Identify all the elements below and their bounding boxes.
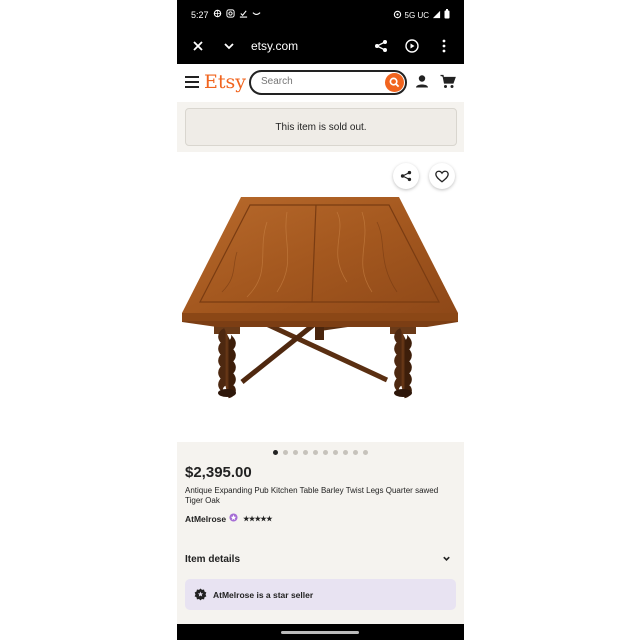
- star-seller-text: AtMelrose is a star seller: [213, 589, 314, 600]
- listing-image-area[interactable]: [177, 152, 464, 442]
- notification-icon: [213, 9, 222, 20]
- listing-photo: [182, 197, 458, 399]
- share-icon: [400, 170, 412, 182]
- signal-icon: [432, 10, 441, 21]
- heart-icon: [435, 170, 449, 183]
- instagram-icon: [225, 9, 235, 20]
- rating-stars: ★★★★★: [243, 515, 272, 523]
- favorite-button[interactable]: [429, 163, 455, 189]
- battery-icon: [444, 9, 450, 21]
- home-gesture-handle[interactable]: [281, 631, 359, 634]
- listing-details: $2,395.00 Antique Expanding Pub Kitchen …: [177, 462, 464, 640]
- shop-name[interactable]: AtMelrose: [185, 514, 226, 524]
- item-details-toggle[interactable]: Item details: [185, 554, 455, 565]
- carousel-dot[interactable]: [303, 449, 308, 455]
- carousel-dot[interactable]: [333, 449, 338, 455]
- carousel-dots: [177, 442, 464, 462]
- share-icon[interactable]: [371, 36, 391, 56]
- more-notifications-icon: [252, 9, 261, 20]
- chevron-down-icon: [442, 554, 451, 566]
- shop-info[interactable]: AtMelrose ★★★★★: [185, 513, 272, 524]
- phone-screen: 5:27 5G UC etsy.com Etsy Search This ite…: [177, 0, 464, 640]
- status-bar: 5:27 5G UC: [177, 0, 464, 28]
- star-seller-notice: AtMelrose is a star seller: [185, 579, 456, 610]
- star-seller-badge-icon: [229, 513, 238, 524]
- carousel-dot[interactable]: [353, 449, 358, 455]
- account-icon[interactable]: [415, 74, 429, 93]
- sold-out-section: This item is sold out.: [177, 102, 464, 152]
- network-type: 5G UC: [404, 10, 429, 20]
- search-icon: [389, 77, 400, 88]
- more-options-icon[interactable]: [434, 36, 454, 56]
- share-button[interactable]: [393, 163, 419, 189]
- status-time: 5:27: [191, 9, 209, 20]
- address-url[interactable]: etsy.com: [251, 39, 298, 53]
- search-button[interactable]: [385, 73, 404, 92]
- search-input[interactable]: [259, 75, 383, 88]
- carousel-dot[interactable]: [283, 449, 288, 455]
- search-bar: [249, 70, 407, 95]
- star-seller-icon: [194, 588, 207, 601]
- chevron-down-icon[interactable]: [219, 36, 239, 56]
- play-icon[interactable]: [402, 36, 422, 56]
- carousel-dot[interactable]: [273, 449, 278, 455]
- close-icon[interactable]: [188, 36, 208, 56]
- listing-price: $2,395.00: [185, 464, 252, 481]
- carousel-dot[interactable]: [363, 449, 368, 455]
- system-nav-bar: [177, 624, 464, 640]
- carousel-dot[interactable]: [293, 449, 298, 455]
- download-icon: [239, 9, 248, 20]
- item-details-label: Item details: [185, 554, 241, 565]
- browser-toolbar: etsy.com: [177, 28, 464, 64]
- listing-title: Antique Expanding Pub Kitchen Table Barl…: [185, 486, 439, 505]
- sold-out-text: This item is sold out.: [275, 121, 367, 133]
- carousel-dot[interactable]: [343, 449, 348, 455]
- vibrate-icon: [393, 10, 402, 21]
- carousel-dot[interactable]: [313, 449, 318, 455]
- cart-icon[interactable]: [440, 74, 456, 94]
- menu-icon[interactable]: [185, 76, 199, 88]
- sold-out-banner: This item is sold out.: [185, 108, 457, 146]
- etsy-logo[interactable]: Etsy: [204, 71, 246, 93]
- etsy-header: Etsy: [177, 64, 464, 102]
- carousel-dot[interactable]: [323, 449, 328, 455]
